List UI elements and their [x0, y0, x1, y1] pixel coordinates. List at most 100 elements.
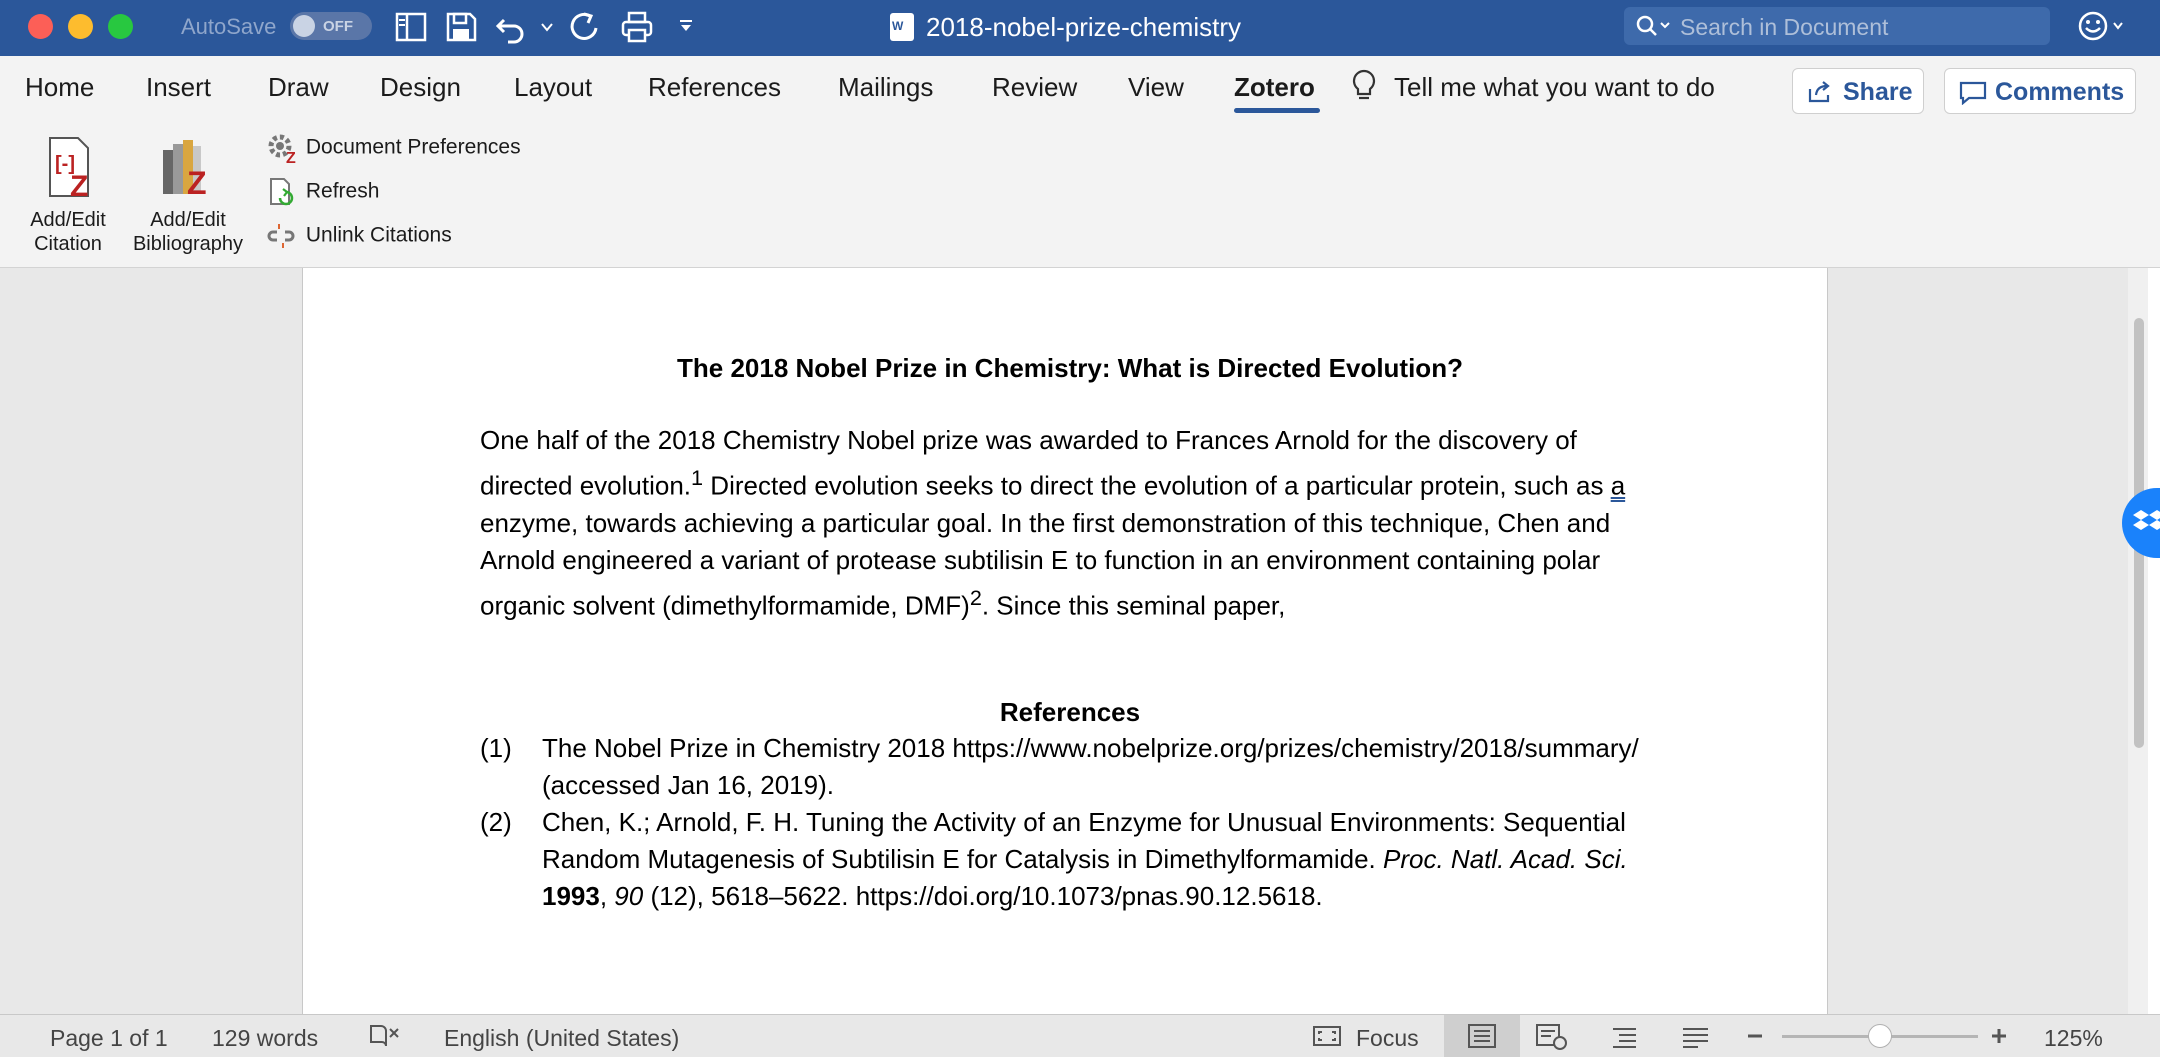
- document-title: 2018-nobel-prize-chemistry: [890, 12, 1241, 43]
- document-preferences-label: Document Preferences: [305, 135, 521, 159]
- zotero-ribbon: [-] Z Add/Edit Citation Z Add/Edit Biblio…: [0, 124, 2160, 268]
- tab-design[interactable]: Design: [380, 72, 461, 103]
- active-tab-indicator: [1234, 108, 1320, 113]
- svg-text:Z: Z: [286, 150, 296, 164]
- search-icon: [1636, 15, 1670, 36]
- unlink-citations-button[interactable]: Unlink Citations: [266, 220, 452, 252]
- document-preferences-button[interactable]: Z Document Preferences: [266, 132, 521, 164]
- adjacent-window-edge: [2148, 268, 2160, 1014]
- comment-icon: [1959, 81, 1987, 105]
- dropbox-icon: [2133, 510, 2160, 530]
- web-layout-icon[interactable]: [1534, 1023, 1570, 1051]
- add-edit-citation-label-1: Add/Edit: [30, 209, 106, 231]
- feedback-smiley-icon[interactable]: [2078, 10, 2128, 42]
- reference-item: (1) The Nobel Prize in Chemistry 2018 ht…: [480, 730, 1660, 804]
- reference-number: (1): [480, 733, 512, 764]
- add-edit-bibliography-label-2: Bibliography: [132, 233, 244, 255]
- ref2-year: 1993: [542, 881, 600, 912]
- citation-1[interactable]: 1: [691, 465, 703, 490]
- bibliography-icon: Z: [163, 140, 207, 201]
- close-window-button[interactable]: [28, 14, 53, 39]
- minimize-window-button[interactable]: [68, 14, 93, 39]
- body-text-2: Directed evolution seeks to direct the e…: [703, 470, 1611, 501]
- autosave-toggle[interactable]: OFF: [290, 12, 372, 40]
- zoom-level[interactable]: 125%: [2044, 1025, 2103, 1052]
- body-paragraph: One half of the 2018 Chemistry Nobel pri…: [480, 422, 1660, 624]
- share-icon: [1808, 81, 1830, 103]
- reference-number: (2): [480, 807, 512, 838]
- page-count[interactable]: Page 1 of 1: [50, 1025, 168, 1052]
- tab-insert[interactable]: Insert: [146, 72, 211, 103]
- tab-mailings[interactable]: Mailings: [838, 72, 933, 103]
- focus-icon[interactable]: [1312, 1025, 1342, 1047]
- svg-text:Z: Z: [187, 165, 207, 201]
- zoom-in-icon[interactable]: [1990, 1027, 2008, 1045]
- refresh-button[interactable]: Refresh: [266, 176, 379, 208]
- title-bar: AutoSave OFF 2018-nobel-prize-chemistry …: [0, 0, 2160, 56]
- citation-2[interactable]: 2: [970, 585, 982, 610]
- add-edit-bibliography-button[interactable]: Z Add/Edit Bibliography: [124, 134, 252, 256]
- tab-layout[interactable]: Layout: [514, 72, 592, 103]
- share-label: Share: [1843, 78, 1913, 106]
- reference-text: Chen, K.; Arnold, F. H. Tuning the Activ…: [542, 804, 1660, 915]
- language-indicator[interactable]: English (United States): [444, 1025, 679, 1052]
- search-input[interactable]: Search in Document: [1624, 7, 2050, 45]
- tab-references[interactable]: References: [648, 72, 781, 103]
- references-heading: References: [999, 697, 1141, 728]
- autosave-state: OFF: [323, 18, 353, 35]
- comments-button[interactable]: Comments: [1944, 68, 2136, 114]
- draft-view-icon[interactable]: [1680, 1025, 1712, 1049]
- sidebar-toggle-icon[interactable]: [394, 10, 428, 44]
- document-heading: The 2018 Nobel Prize in Chemistry: What …: [677, 353, 1463, 383]
- body-text-4: . Since this seminal paper,: [981, 590, 1286, 621]
- tab-home[interactable]: Home: [25, 72, 94, 103]
- status-bar: Page 1 of 1 129 words English (United St…: [0, 1014, 2160, 1057]
- ref2-comma: ,: [599, 881, 615, 912]
- focus-mode-button[interactable]: Focus: [1356, 1025, 1419, 1052]
- ref2-journal: Proc. Natl. Acad. Sci.: [1383, 844, 1628, 875]
- maximize-window-button[interactable]: [108, 14, 133, 39]
- tab-draw[interactable]: Draw: [268, 72, 329, 103]
- grammar-flag[interactable]: a: [1611, 471, 1625, 501]
- refresh-label: Refresh: [305, 179, 380, 203]
- add-edit-citation-label-2: Citation: [34, 233, 102, 255]
- unlink-icon: [267, 224, 295, 248]
- add-edit-citation-button[interactable]: [-] Z Add/Edit Citation: [22, 134, 114, 256]
- lightbulb-icon[interactable]: [1350, 68, 1378, 104]
- ref2-rest: (12), 5618–5622. https://doi.org/10.1073…: [643, 881, 1323, 912]
- add-edit-bibliography-label-1: Add/Edit: [150, 209, 226, 231]
- comments-label: Comments: [1995, 78, 2125, 106]
- print-icon[interactable]: [620, 10, 654, 44]
- save-icon[interactable]: [444, 10, 478, 44]
- word-document-icon: [890, 13, 914, 41]
- tab-view[interactable]: View: [1128, 72, 1184, 103]
- print-layout-icon: [1468, 1024, 1496, 1048]
- share-button[interactable]: Share: [1792, 68, 1924, 114]
- print-layout-view-button[interactable]: [1444, 1015, 1520, 1057]
- tab-review[interactable]: Review: [992, 72, 1077, 103]
- reference-item: (2) Chen, K.; Arnold, F. H. Tuning the A…: [480, 804, 1660, 915]
- tell-me-search[interactable]: Tell me what you want to do: [1394, 72, 1715, 103]
- redo-icon[interactable]: [568, 10, 602, 44]
- ribbon-tabs: Home Insert Draw Design Layout Reference…: [0, 56, 2160, 124]
- word-count[interactable]: 129 words: [212, 1025, 318, 1052]
- outline-view-icon[interactable]: [1610, 1025, 1642, 1049]
- zoom-slider-handle[interactable]: [1868, 1024, 1892, 1048]
- ref2-volume: 90: [614, 881, 644, 912]
- undo-dropdown-icon[interactable]: [540, 20, 554, 34]
- refresh-icon: [270, 178, 294, 206]
- gear-icon: Z: [268, 134, 296, 164]
- reference-text: The Nobel Prize in Chemistry 2018 https:…: [542, 733, 1639, 801]
- customize-toolbar-icon[interactable]: [678, 18, 694, 34]
- autosave-label: AutoSave: [181, 14, 277, 39]
- unlink-citations-label: Unlink Citations: [305, 223, 452, 247]
- toggle-knob: [293, 15, 315, 37]
- zoom-out-icon[interactable]: [1746, 1029, 1764, 1043]
- tab-zotero[interactable]: Zotero: [1234, 72, 1315, 103]
- document-content[interactable]: The 2018 Nobel Prize in Chemistry: What …: [480, 350, 1660, 915]
- search-placeholder: Search in Document: [1680, 14, 1889, 40]
- svg-text:Z: Z: [70, 170, 88, 202]
- proofing-icon[interactable]: [368, 1023, 402, 1049]
- citation-icon: [-]Z: [49, 137, 89, 203]
- undo-icon[interactable]: [494, 10, 528, 44]
